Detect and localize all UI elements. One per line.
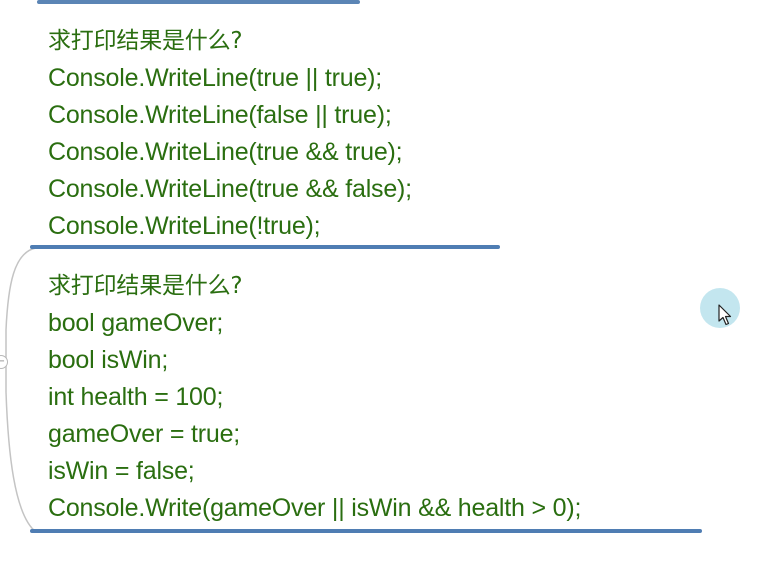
code-line: Console.WriteLine(true && true);: [48, 138, 403, 166]
node-underline: [30, 529, 702, 533]
mindmap-node-question-2[interactable]: 求打印结果是什么? bool gameOver; bool isWin; int…: [48, 268, 581, 527]
question-heading: 求打印结果是什么?: [48, 273, 243, 299]
code-line: Console.WriteLine(!true);: [48, 212, 321, 240]
code-line: bool gameOver;: [48, 309, 224, 337]
previous-node-underline: [37, 0, 360, 4]
mindmap-node-question-1[interactable]: 求打印结果是什么? Console.WriteLine(true || true…: [48, 23, 412, 245]
code-line: Console.WriteLine(true || true);: [48, 64, 383, 92]
code-line: Console.WriteLine(false || true);: [48, 101, 392, 129]
mouse-cursor-icon: [718, 304, 732, 326]
code-line: Console.WriteLine(true && false);: [48, 175, 412, 203]
code-line: gameOver = true;: [48, 420, 241, 448]
code-line: bool isWin;: [48, 346, 169, 374]
node-underline: [30, 245, 500, 249]
code-line: int health = 100;: [48, 383, 224, 411]
question-heading: 求打印结果是什么?: [48, 28, 243, 54]
mindmap-branch-connector: [5, 247, 37, 533]
collapse-toggle-icon[interactable]: −: [0, 355, 8, 369]
code-line: Console.Write(gameOver || isWin && healt…: [48, 494, 582, 522]
code-line: isWin = false;: [48, 457, 195, 485]
